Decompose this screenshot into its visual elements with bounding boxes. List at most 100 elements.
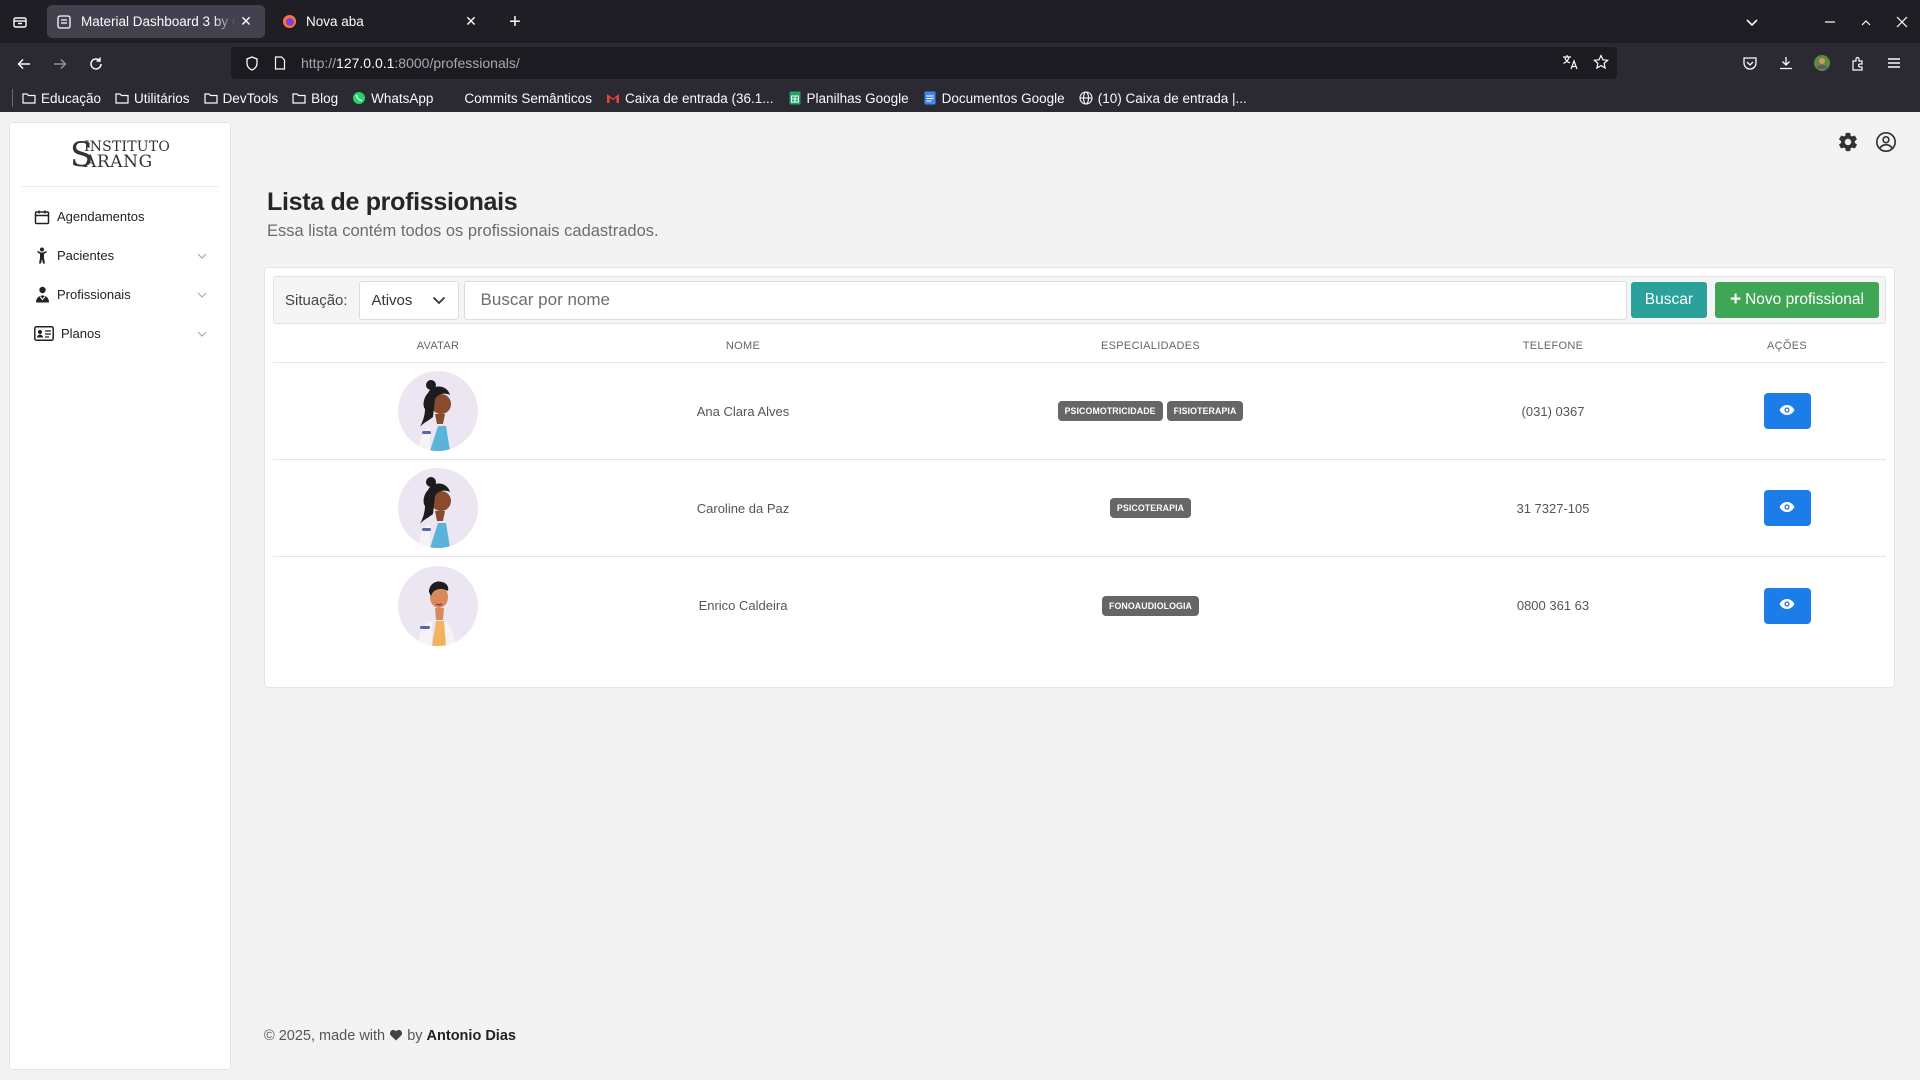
calendar-icon: [33, 208, 51, 226]
new-tab-icon[interactable]: +: [503, 10, 527, 34]
minimize-icon[interactable]: [1812, 0, 1848, 43]
actions-cell: [1688, 393, 1886, 429]
account-circle-icon[interactable]: [1874, 130, 1898, 154]
translate-icon[interactable]: [1562, 54, 1579, 73]
bookmark-utilitarios[interactable]: Utilitários: [114, 90, 190, 106]
sidebar-item-planos[interactable]: Planos: [10, 314, 230, 353]
view-button[interactable]: [1763, 393, 1811, 429]
maximize-icon[interactable]: [1848, 0, 1884, 43]
professionals-card: Situação: Ativos Buscar + Novo profissio…: [264, 267, 1895, 688]
specialty-badge: FONOAUDIOLOGIA: [1101, 595, 1199, 616]
bookmark-educacao[interactable]: Educação: [21, 90, 101, 106]
url-text[interactable]: http://127.0.0.1:8000/professionals/: [301, 55, 520, 71]
chevron-down-icon[interactable]: [196, 328, 208, 340]
new-professional-button[interactable]: + Novo profissional: [1714, 282, 1879, 318]
professional-phone: 31 7327-105: [1516, 500, 1590, 516]
bookmarks-bar: Educação Utilitários DevTools Blog Whats…: [0, 84, 1920, 112]
page-title: Lista de profissionais: [267, 188, 518, 216]
bookmark-caixa-entrada[interactable]: (10) Caixa de entrada |...: [1078, 90, 1247, 106]
bookmark-gmail[interactable]: Caixa de entrada (36.1...: [605, 90, 774, 106]
bookmarks-separator: [12, 89, 13, 107]
filter-bar: Situação: Ativos Buscar + Novo profissio…: [273, 276, 1886, 324]
globe-icon: [1078, 90, 1094, 106]
bookmark-blog[interactable]: Blog: [291, 90, 338, 106]
avatar-cell: [273, 468, 603, 548]
eye-icon: [1779, 404, 1795, 419]
sidebar-item-pacientes[interactable]: Pacientes: [10, 236, 230, 275]
table-row: Enrico Caldeira FONOAUDIOLOGIA 0800 361 …: [273, 557, 1886, 654]
chevron-down-icon[interactable]: [196, 250, 208, 262]
specialties-cell: FONOAUDIOLOGIA: [883, 595, 1418, 616]
whatsapp-icon: [351, 90, 367, 106]
female-avatar: [398, 468, 478, 548]
bookmark-documentos[interactable]: Documentos Google: [922, 90, 1065, 106]
footer-by: by: [407, 1028, 423, 1044]
chevron-down-icon[interactable]: [1734, 0, 1770, 43]
actions-cell: [1688, 490, 1886, 526]
logo[interactable]: S INSTITUTO ARANG: [22, 123, 218, 187]
status-filter-label: Situação:: [285, 291, 348, 309]
tab-list-icon[interactable]: [0, 0, 40, 43]
download-icon[interactable]: [1768, 47, 1804, 79]
bookmark-planilhas[interactable]: Planilhas Google: [787, 90, 909, 106]
id-card-icon: [33, 325, 55, 343]
sidebar-item-agendamentos[interactable]: Agendamentos: [10, 197, 230, 236]
profile-avatar-icon[interactable]: [1804, 47, 1840, 79]
specialty-badge: FISIOTERAPIA: [1166, 401, 1244, 421]
gear-icon[interactable]: [1836, 130, 1860, 154]
plus-icon: +: [1729, 289, 1742, 310]
tab-material-dashboard[interactable]: Material Dashboard 3 by Creative Tim ✕: [47, 5, 265, 38]
close-icon[interactable]: ✕: [236, 12, 256, 32]
folder-icon: [114, 90, 130, 106]
chevron-down-icon[interactable]: [196, 289, 208, 301]
close-icon[interactable]: ✕: [461, 12, 481, 32]
footer-author-link[interactable]: Antonio Dias: [427, 1028, 516, 1044]
tab-nova-aba[interactable]: Nova aba ✕: [272, 5, 490, 38]
page-viewport: S INSTITUTO ARANG Agendamentos Pacientes: [0, 112, 1920, 1080]
page-icon[interactable]: [269, 56, 291, 70]
browser-tabbar: Material Dashboard 3 by Creative Tim ✕ N…: [0, 0, 1920, 43]
dashboard-favicon-icon: [56, 14, 72, 30]
docs-icon: [922, 90, 938, 106]
status-select-value: Ativos: [371, 291, 413, 309]
view-button[interactable]: [1763, 490, 1811, 526]
url-bar[interactable]: http://127.0.0.1:8000/professionals/: [231, 47, 1617, 79]
chevron-down-icon: [432, 292, 446, 309]
new-professional-label: Novo profissional: [1745, 291, 1864, 308]
page-footer: © 2025, made with by Antonio Dias: [264, 1028, 516, 1044]
search-input[interactable]: [463, 280, 1627, 320]
view-button[interactable]: [1763, 587, 1811, 624]
shield-icon[interactable]: [241, 55, 263, 71]
back-icon[interactable]: [6, 48, 42, 80]
specialties-cell: PSICOTERAPIA: [883, 498, 1418, 518]
bookmark-commits-semanticos[interactable]: Commits Semânticos: [464, 91, 592, 106]
actions-cell: [1688, 587, 1886, 624]
specialty-badge: PSICOTERAPIA: [1109, 498, 1192, 518]
folder-icon: [291, 90, 307, 106]
eye-icon: [1779, 501, 1795, 516]
footer-prefix: © 2025, made with: [264, 1028, 386, 1044]
status-select[interactable]: Ativos: [358, 280, 459, 320]
extensions-icon[interactable]: [1840, 47, 1876, 79]
bookmark-devtools[interactable]: DevTools: [203, 90, 278, 106]
column-header-telefone: TELEFONE: [1522, 340, 1584, 352]
sidebar-item-profissionais[interactable]: Profissionais: [10, 275, 230, 314]
avatar-cell: [273, 565, 603, 646]
male-avatar: [398, 565, 478, 646]
close-window-icon[interactable]: [1884, 0, 1920, 43]
professionals-table: AVATAR NOME ESPECIALIDADES TELEFONE AÇÕE…: [273, 336, 1886, 654]
pocket-icon[interactable]: [1732, 47, 1768, 79]
bookmark-whatsapp[interactable]: WhatsApp: [351, 90, 433, 106]
forward-icon[interactable]: [42, 48, 78, 80]
professional-phone: (031) 0367: [1521, 403, 1585, 419]
menu-hamburger-icon[interactable]: [1876, 47, 1912, 79]
heart-icon: [389, 1028, 403, 1044]
search-button[interactable]: Buscar: [1630, 282, 1707, 318]
reload-icon[interactable]: [78, 48, 114, 80]
folder-icon: [203, 90, 219, 106]
bookmark-star-icon[interactable]: [1592, 53, 1610, 73]
female-avatar: [398, 371, 478, 451]
header-actions: [1836, 130, 1898, 154]
sidebar-menu: Agendamentos Pacientes Profissionais Pla…: [10, 197, 230, 353]
specialties-cell: PSICOMOTRICIDADE FISIOTERAPIA: [883, 401, 1418, 421]
